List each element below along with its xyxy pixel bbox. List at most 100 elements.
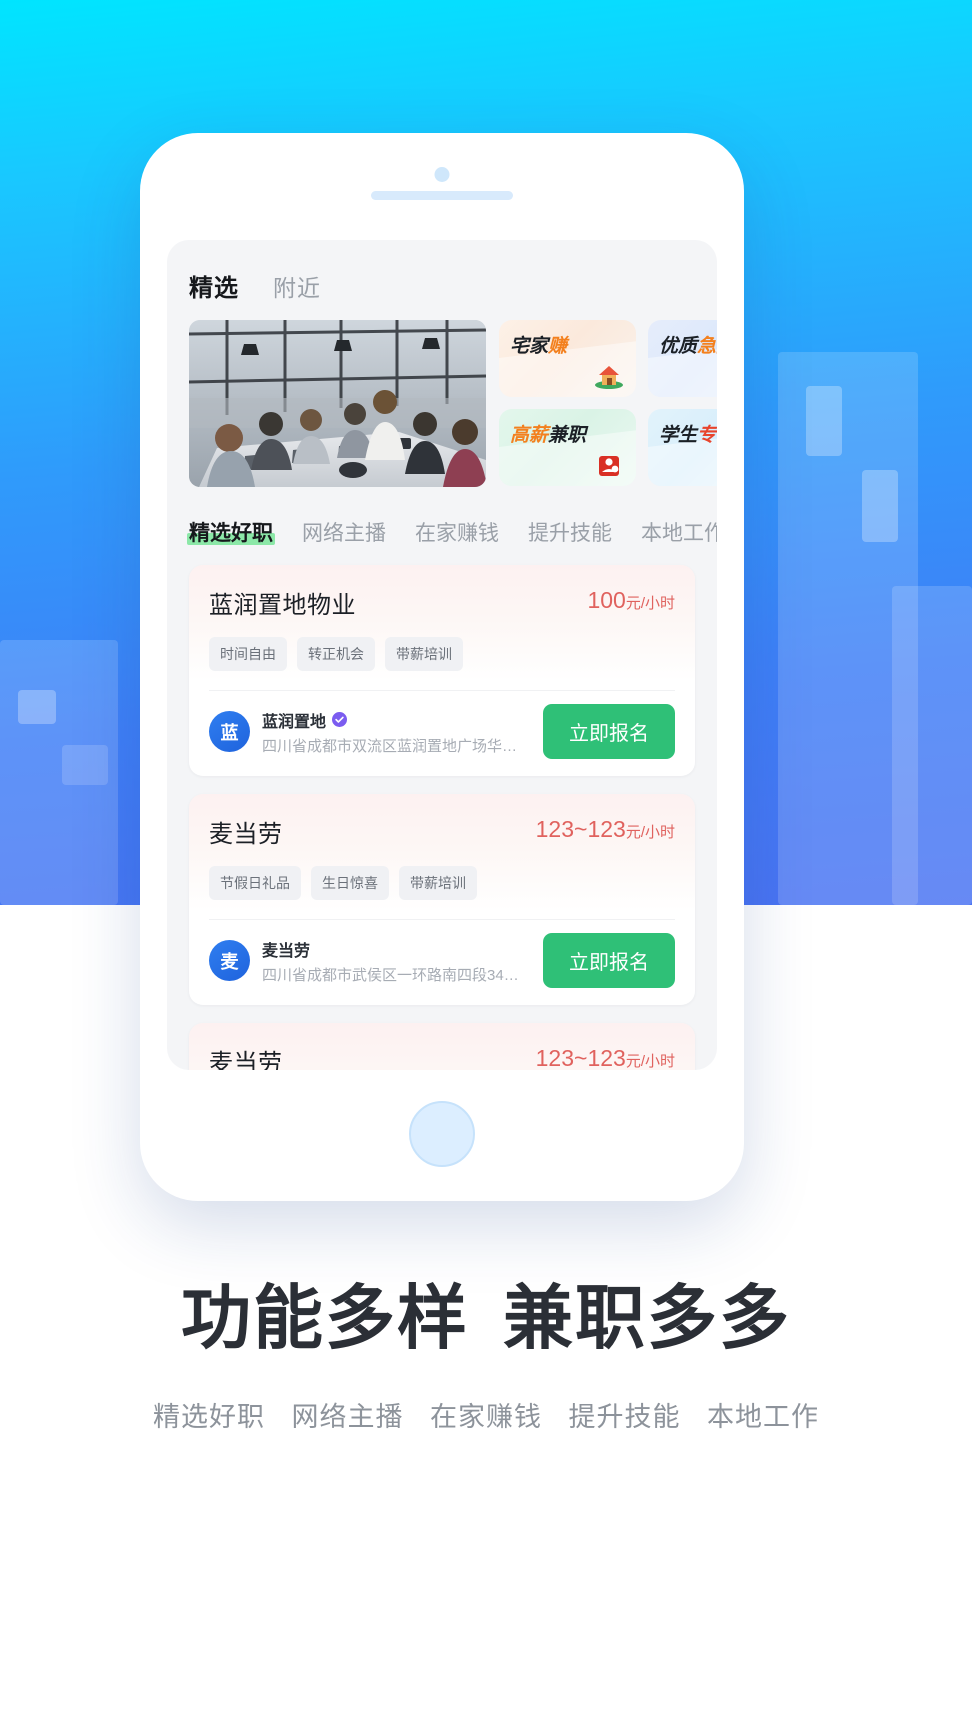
job-price: 123~123元/小时 [536, 814, 675, 843]
company-address: 四川省成都市双流区蓝润置地广场华府大… [262, 737, 531, 755]
category-tab-2[interactable]: 在家赚钱 [415, 517, 499, 547]
hero-banner-image[interactable] [189, 320, 486, 487]
job-card-header: 麦当劳 123~123元/小时 [189, 1023, 695, 1070]
job-title: 麦当劳 [209, 1050, 283, 1070]
decor-window-1 [18, 690, 56, 724]
category-tab-4[interactable]: 本地工作 [641, 517, 717, 547]
company-name-row: 麦当劳 [262, 937, 531, 961]
job-tag: 转正机会 [297, 637, 375, 671]
promo-tile-student-zone-main: 学生 [659, 425, 698, 446]
segment-tab-featured-label: 精选 [189, 275, 239, 302]
marketing-headline-right: 兼职多多 [503, 1279, 791, 1357]
decor-building-3 [892, 586, 972, 905]
job-price-unit: 元/小时 [625, 595, 675, 612]
promo-tile-high-pay-title: 高薪兼职 [510, 420, 586, 447]
promo-tile-row-1: 宅家赚 优质急招 [499, 320, 717, 397]
verified-badge-icon [332, 712, 348, 727]
promo-tile-high-pay-main: 兼职 [548, 425, 587, 446]
promo-tile-quality-urgent-accent: 急招 [697, 336, 717, 357]
company-name: 蓝润置地 [262, 713, 327, 731]
app-screen: 精选 附近 宅家赚 优质急 高薪兼职 学生专 精选好职 网络主播 在家赚钱 提升… [167, 240, 717, 1070]
job-title: 麦当劳 [209, 821, 283, 848]
segment-tab-nearby[interactable]: 附近 [273, 269, 321, 303]
job-card[interactable]: 麦当劳 123~123元/小时 节假日礼品 生日惊喜 带薪培训 麦 麦当劳 [189, 794, 695, 1005]
marketing-subline: 精选好职 网络主播 在家赚钱 提升技能 本地工作 [0, 1395, 972, 1434]
promo-tile-row-2: 高薪兼职 学生专区 [499, 409, 717, 486]
phone-mockup: 精选 附近 宅家赚 优质急 高薪兼职 学生专 精选好职 网络主播 在家赚钱 提升… [140, 133, 744, 1201]
job-price-value: 123~123 [535, 816, 626, 842]
promo-tile-high-pay[interactable]: 高薪兼职 [499, 409, 636, 486]
job-tag: 时间自由 [209, 637, 287, 671]
phone-home-button[interactable] [409, 1101, 475, 1167]
company-info: 蓝润置地 四川省成都市双流区蓝润置地广场华府大… [262, 708, 531, 756]
category-tab-1-label: 网络主播 [302, 522, 386, 545]
job-card-footer: 麦 麦当劳 四川省成都市武侯区一环路南四段34号成… 立即报名 [189, 920, 695, 1005]
job-price-unit: 元/小时 [625, 1053, 675, 1070]
job-card-header: 麦当劳 123~123元/小时 [189, 794, 695, 849]
segment-tab-bar: 精选 附近 [167, 240, 717, 303]
company-name-row: 蓝润置地 [262, 708, 531, 732]
promo-tile-student-zone-title: 学生专区 [659, 420, 717, 447]
company-info: 麦当劳 四川省成都市武侯区一环路南四段34号成… [262, 937, 531, 985]
promo-tile-student-zone[interactable]: 学生专区 [648, 409, 717, 486]
banner-section: 宅家赚 优质急招 [167, 303, 717, 487]
category-tab-3[interactable]: 提升技能 [528, 517, 612, 547]
category-tab-3-label: 提升技能 [528, 522, 612, 545]
category-tab-4-label: 本地工作 [641, 522, 717, 545]
decor-window-2 [62, 745, 108, 785]
promo-tile-quality-urgent-main: 优质 [659, 336, 698, 357]
company-address: 四川省成都市武侯区一环路南四段34号成… [262, 966, 531, 984]
job-list: 蓝润置地物业 100元/小时 时间自由 转正机会 带薪培训 蓝 蓝润置地 四川省… [167, 547, 717, 1070]
segment-tab-featured[interactable]: 精选 [187, 268, 241, 303]
decor-window-3 [806, 386, 842, 456]
job-price-value: 123~123 [535, 1045, 626, 1070]
promo-tile-student-zone-accent: 专区 [697, 425, 717, 446]
job-tag: 节假日礼品 [209, 866, 301, 900]
marketing-subline-item: 提升技能 [568, 1402, 681, 1432]
marketing-subline-item: 本地工作 [707, 1402, 820, 1432]
promo-tile-home-earn-title: 宅家赚 [510, 331, 567, 358]
job-card-header: 蓝润置地物业 100元/小时 [189, 565, 695, 620]
job-tag-row: 时间自由 转正机会 带薪培训 [189, 620, 695, 671]
job-tag: 生日惊喜 [311, 866, 389, 900]
category-tab-2-label: 在家赚钱 [415, 522, 499, 545]
apply-button[interactable]: 立即报名 [543, 933, 675, 988]
company-avatar: 麦 [209, 940, 250, 981]
job-card[interactable]: 蓝润置地物业 100元/小时 时间自由 转正机会 带薪培训 蓝 蓝润置地 四川省… [189, 565, 695, 776]
segment-tab-nearby-label: 附近 [273, 275, 321, 301]
job-price: 123~123元/小时 [536, 1043, 675, 1070]
promo-tile-home-earn-main: 宅家 [510, 336, 549, 357]
marketing-headline-left: 功能多样 [181, 1279, 469, 1357]
marketing-subline-item: 网络主播 [291, 1402, 404, 1432]
job-tag: 带薪培训 [399, 866, 477, 900]
category-tab-0[interactable]: 精选好职 [187, 517, 275, 547]
promo-tile-high-pay-accent: 高薪 [510, 425, 549, 446]
phone-speaker-grille [371, 191, 513, 200]
promo-tile-grid: 宅家赚 优质急招 [499, 320, 717, 487]
office-meeting-photo [189, 320, 486, 487]
job-title: 蓝润置地物业 [209, 592, 356, 619]
job-card[interactable]: 麦当劳 123~123元/小时 节假日礼品 生日惊喜 带薪培训 麦 麦当劳 [189, 1023, 695, 1070]
gift-bag-icon [594, 449, 624, 479]
apply-button[interactable]: 立即报名 [543, 704, 675, 759]
marketing-section: 功能多样 兼职多多 精选好职 网络主播 在家赚钱 提升技能 本地工作 [0, 1262, 972, 1434]
promo-tile-home-earn[interactable]: 宅家赚 [499, 320, 636, 397]
promo-tile-quality-urgent-title: 优质急招 [659, 331, 717, 358]
job-price-value: 100 [587, 587, 626, 613]
marketing-subline-item: 在家赚钱 [430, 1402, 542, 1432]
decor-window-4 [862, 470, 898, 542]
job-tag-row: 节假日礼品 生日惊喜 带薪培训 [189, 849, 695, 900]
house-icon [594, 360, 624, 390]
marketing-headline: 功能多样 兼职多多 [0, 1262, 972, 1363]
company-avatar: 蓝 [209, 711, 250, 752]
phone-camera-dot [434, 167, 450, 182]
promo-tile-home-earn-accent: 赚 [548, 336, 568, 357]
category-tab-0-label: 精选好职 [189, 522, 273, 545]
job-price-unit: 元/小时 [625, 824, 675, 841]
category-tab-1[interactable]: 网络主播 [302, 517, 386, 547]
marketing-subline-item: 精选好职 [152, 1402, 265, 1432]
company-name: 麦当劳 [262, 942, 311, 960]
promo-tile-quality-urgent[interactable]: 优质急招 [648, 320, 717, 397]
job-tag: 带薪培训 [385, 637, 463, 671]
category-tab-bar[interactable]: 精选好职 网络主播 在家赚钱 提升技能 本地工作 [167, 487, 717, 547]
